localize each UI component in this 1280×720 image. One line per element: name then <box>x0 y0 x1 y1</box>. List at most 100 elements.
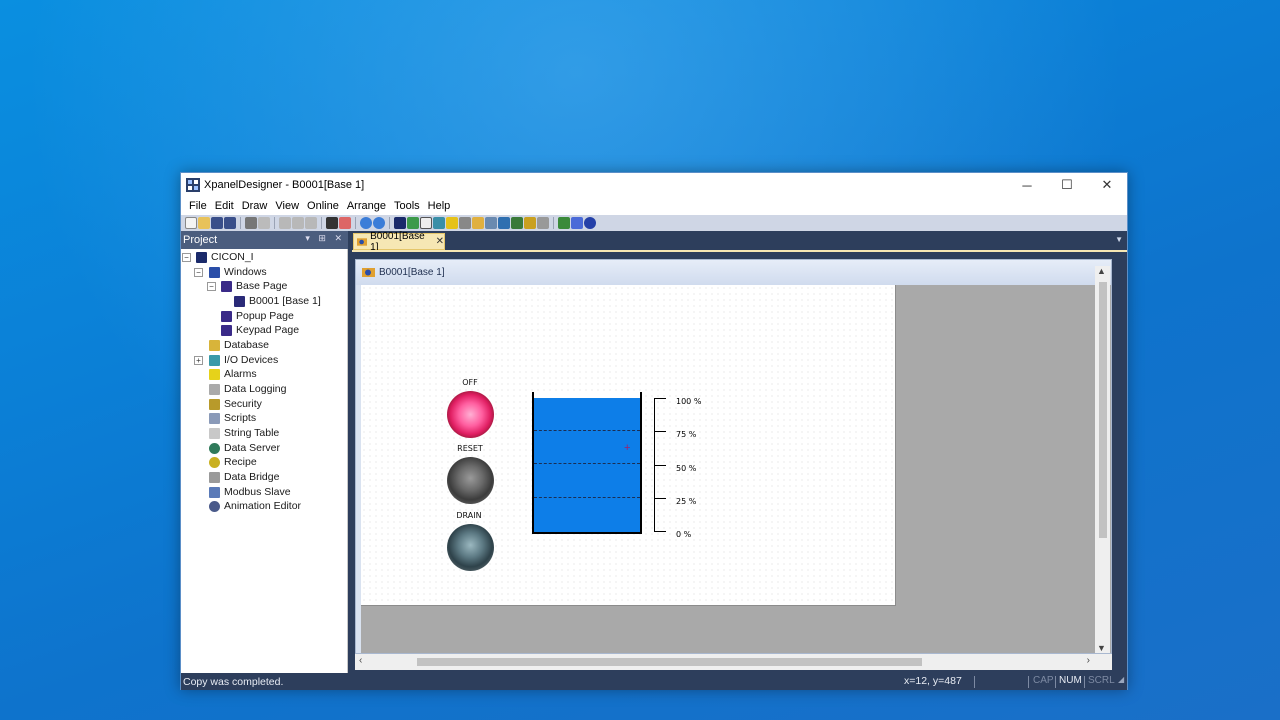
bridge-tool-icon[interactable] <box>537 217 549 229</box>
vertical-scroll-thumb[interactable] <box>1099 282 1107 538</box>
collapse-toggle[interactable]: − <box>207 282 216 291</box>
tree-item-modbus-slave[interactable]: Modbus Slave <box>209 485 291 499</box>
download-icon[interactable] <box>558 217 570 229</box>
num-lock-indicator: NUM <box>1059 675 1082 686</box>
zoom-in-icon[interactable] <box>360 217 372 229</box>
tree-item-windows[interactable]: Windows <box>209 265 267 279</box>
scroll-up-icon[interactable]: ▲ <box>1097 266 1106 276</box>
server-tool-icon[interactable] <box>498 217 510 229</box>
status-bar: Copy was completed. x=12, y=487 CAP NUM … <box>181 673 1127 690</box>
data-logging-icon <box>209 383 220 395</box>
replace-icon[interactable] <box>339 217 351 229</box>
tree-item-recipe[interactable]: Recipe <box>209 455 257 469</box>
network-tool-icon[interactable] <box>511 217 523 229</box>
status-divider <box>974 676 975 688</box>
tree-item-label: Data Logging <box>224 383 287 395</box>
script-tool-icon[interactable] <box>472 217 484 229</box>
vertical-scrollbar[interactable]: ▲ ▼ <box>1095 266 1110 653</box>
save-all-icon[interactable] <box>224 217 236 229</box>
menu-online[interactable]: Online <box>303 200 343 212</box>
tree-item-security[interactable]: Security <box>209 397 262 411</box>
toolbar-separator <box>389 217 390 229</box>
find-icon[interactable] <box>326 217 338 229</box>
menu-draw[interactable]: Draw <box>238 200 272 212</box>
print-preview-icon[interactable] <box>258 217 270 229</box>
open-folder-icon[interactable] <box>198 217 210 229</box>
minimize-button[interactable]: ─ <box>1007 173 1047 197</box>
off-lamp-button[interactable] <box>447 391 494 438</box>
zoom-out-icon[interactable] <box>373 217 385 229</box>
cut-icon[interactable] <box>279 217 291 229</box>
drain-lamp-button[interactable] <box>447 524 494 571</box>
tree-item-keypad-page[interactable]: Keypad Page <box>221 323 299 337</box>
data-server-icon <box>209 442 220 454</box>
collapse-toggle[interactable]: − <box>182 253 191 262</box>
tree-item-popup-page[interactable]: Popup Page <box>221 309 294 323</box>
project-tree-panel: − CICON_I − Windows − Base Page B0001 [B… <box>181 249 348 673</box>
reset-lamp-button[interactable] <box>447 457 494 504</box>
scale-tick <box>654 531 666 532</box>
design-canvas[interactable]: OFF RESET DRAIN + 100 % 75 % 50 % 25 % 0… <box>361 285 896 606</box>
water-tank[interactable]: + <box>532 392 642 534</box>
tree-item-string-table[interactable]: String Table <box>209 426 279 440</box>
tank-gridline <box>534 497 640 498</box>
tree-item-label: Alarms <box>224 368 257 380</box>
tree-item-label: Modbus Slave <box>224 486 291 498</box>
tree-item-base-page[interactable]: Base Page <box>221 279 287 293</box>
alarm-tool-icon[interactable] <box>446 217 458 229</box>
recipe-tool-icon[interactable] <box>524 217 536 229</box>
paste-icon[interactable] <box>305 217 317 229</box>
device-tool-icon[interactable] <box>433 217 445 229</box>
tree-item-label: Scripts <box>224 412 257 424</box>
string-tool-icon[interactable] <box>485 217 497 229</box>
tree-item-data-server[interactable]: Data Server <box>209 441 280 455</box>
new-file-icon[interactable] <box>185 217 197 229</box>
title-bar[interactable]: XpanelDesigner - B0001[Base 1] ─ ☐ ✕ <box>181 173 1127 197</box>
collapse-toggle[interactable]: − <box>194 268 203 277</box>
tag-tool-icon[interactable] <box>407 217 419 229</box>
tree-item-io-devices[interactable]: I/O Devices <box>209 353 278 367</box>
page-editor-title-bar[interactable]: B0001[Base 1] <box>356 260 1111 285</box>
scroll-left-icon[interactable]: ‹ <box>359 655 362 666</box>
tree-item-scripts[interactable]: Scripts <box>209 411 256 425</box>
maximize-button[interactable]: ☐ <box>1047 173 1087 197</box>
scripts-icon <box>209 412 220 424</box>
page-tab-icon <box>357 237 368 246</box>
menu-tools[interactable]: Tools <box>390 200 424 212</box>
help-icon[interactable] <box>571 217 583 229</box>
tree-item-data-bridge[interactable]: Data Bridge <box>209 470 279 484</box>
scroll-right-icon[interactable]: › <box>1087 655 1090 666</box>
tree-item-animation-editor[interactable]: Animation Editor <box>209 499 301 513</box>
tree-item-b0001[interactable]: B0001 [Base 1] <box>234 294 321 308</box>
panel-controls[interactable]: ▾ ⊞ ✕ <box>305 233 345 244</box>
horizontal-scrollbar[interactable]: ‹ › <box>355 654 1112 670</box>
menu-view[interactable]: View <box>271 200 303 212</box>
about-icon[interactable] <box>584 217 596 229</box>
tree-item-database[interactable]: Database <box>209 338 269 352</box>
menu-edit[interactable]: Edit <box>211 200 238 212</box>
project-tool-icon[interactable] <box>394 217 406 229</box>
close-button[interactable]: ✕ <box>1087 173 1127 197</box>
resize-grip-icon[interactable]: ◢ <box>1118 675 1124 684</box>
menu-file[interactable]: File <box>185 200 211 212</box>
toolbar-separator <box>321 217 322 229</box>
scroll-lock-indicator: SCRL <box>1088 675 1115 686</box>
expand-toggle[interactable]: + <box>194 356 203 365</box>
menu-bar: File Edit Draw View Online Arrange Tools… <box>181 197 1127 215</box>
tree-item-project[interactable]: CICON_I <box>196 250 254 264</box>
copy-icon[interactable] <box>292 217 304 229</box>
tree-item-alarms[interactable]: Alarms <box>209 367 257 381</box>
logging-tool-icon[interactable] <box>459 217 471 229</box>
menu-arrange[interactable]: Arrange <box>343 200 390 212</box>
menu-help[interactable]: Help <box>424 200 455 212</box>
window-tool-icon[interactable] <box>420 217 432 229</box>
tank-gridline <box>534 463 640 464</box>
tree-item-data-logging[interactable]: Data Logging <box>209 382 286 396</box>
tab-list-chevron-icon[interactable]: ▼ <box>1115 235 1123 244</box>
horizontal-scroll-thumb[interactable] <box>417 658 922 666</box>
save-icon[interactable] <box>211 217 223 229</box>
print-icon[interactable] <box>245 217 257 229</box>
scroll-down-icon[interactable]: ▼ <box>1097 643 1106 653</box>
tab-b0001[interactable]: B0001[Base 1] ✕ <box>353 231 445 253</box>
tab-close-icon[interactable]: ✕ <box>436 236 444 247</box>
